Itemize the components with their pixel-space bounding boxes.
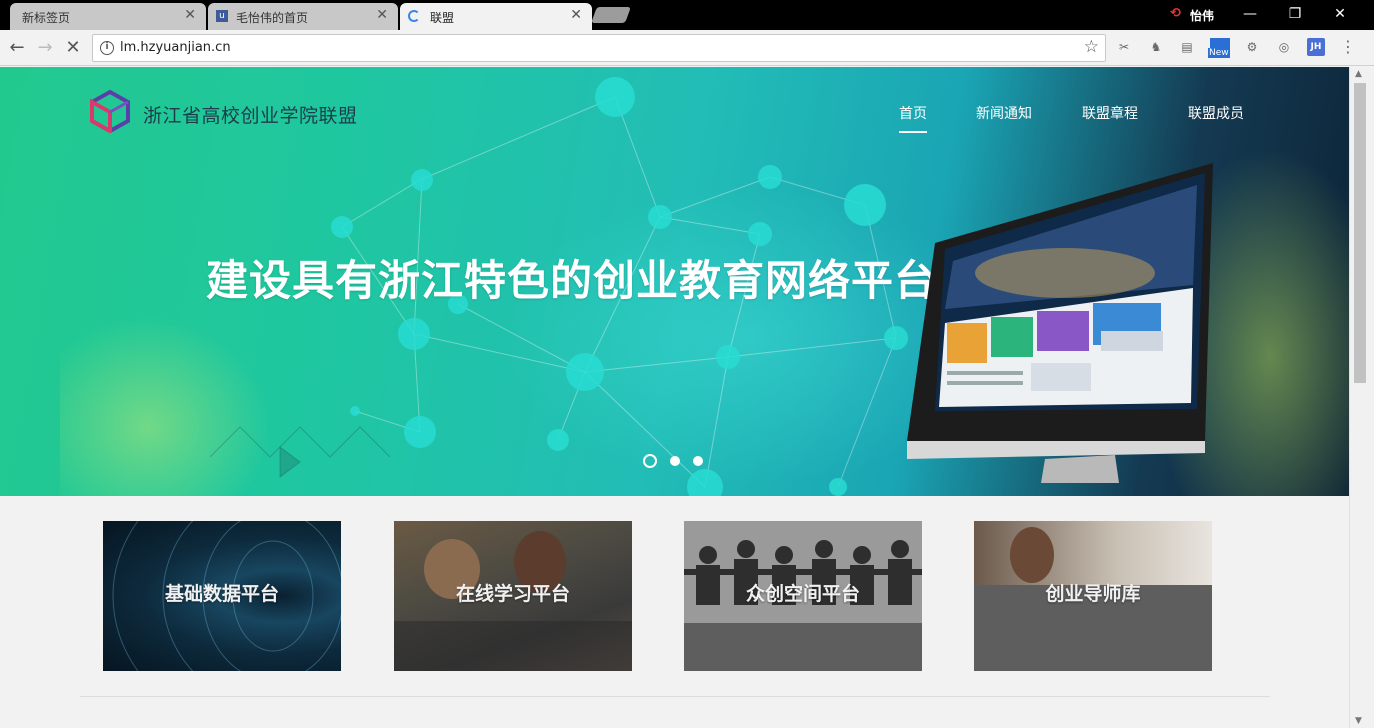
nav-charter[interactable]: 联盟章程 bbox=[1082, 103, 1138, 123]
platform-card-label: 基础数据平台 bbox=[164, 583, 279, 605]
new-badge-icon[interactable]: New bbox=[1208, 38, 1234, 58]
info-icon[interactable]: i bbox=[100, 41, 114, 55]
photo-desk bbox=[394, 621, 632, 671]
platform-card-makerspace[interactable]: 众创空间平台 bbox=[684, 521, 922, 671]
loading-spinner-icon bbox=[408, 10, 420, 22]
url-text[interactable]: lm.hzyuanjian.cn bbox=[120, 40, 231, 55]
restore-button[interactable]: ❐ bbox=[1275, 4, 1315, 24]
platform-card-label: 创业导师库 bbox=[1045, 583, 1141, 605]
clipper-icon[interactable]: ✂ bbox=[1115, 38, 1133, 56]
profile-name[interactable]: 怡伟 bbox=[1190, 7, 1214, 24]
photo-person-icon bbox=[1010, 527, 1054, 583]
browser-title-bar: 新标签页 ✕ u 毛怡伟的首页 ✕ 联盟 ✕ ⟲ 怡伟 — ❐ ✕ bbox=[0, 0, 1374, 30]
tab-title: 毛怡伟的首页 bbox=[236, 11, 309, 25]
user-profile-icon[interactable]: ⟲ bbox=[1170, 6, 1181, 21]
tab-alliance[interactable]: 联盟 ✕ bbox=[400, 3, 592, 30]
nav-home[interactable]: 首页 bbox=[899, 103, 927, 133]
tab-close-icon[interactable]: ✕ bbox=[184, 7, 196, 23]
minimize-button[interactable]: — bbox=[1230, 4, 1270, 24]
tab-title: 联盟 bbox=[430, 11, 455, 25]
tab-close-icon[interactable]: ✕ bbox=[376, 7, 388, 23]
tab-title: 新标签页 bbox=[22, 11, 71, 25]
browser-toolbar: ← → ✕ i lm.hzyuanjian.cn ☆ ✂ ♞ ▤ New ⚙ ◎… bbox=[0, 30, 1374, 66]
nav-news[interactable]: 新闻通知 bbox=[976, 103, 1032, 123]
page-scrollbar[interactable]: ▲ ▼ bbox=[1349, 67, 1374, 728]
new-badge-label: New bbox=[1208, 48, 1230, 58]
platform-card-mentors[interactable]: 创业导师库 bbox=[974, 521, 1212, 671]
scroll-down-icon[interactable]: ▼ bbox=[1355, 716, 1362, 726]
carousel-dot-2[interactable] bbox=[670, 456, 680, 466]
nav-members[interactable]: 联盟成员 bbox=[1188, 103, 1244, 123]
forward-icon[interactable]: → bbox=[34, 37, 56, 59]
hero-banner: 浙江省高校创业学院联盟 首页 新闻通知 联盟章程 联盟成员 建设具有浙江特色的创… bbox=[0, 67, 1349, 496]
carousel-dot-3[interactable] bbox=[693, 456, 703, 466]
platform-card-learning[interactable]: 在线学习平台 bbox=[394, 521, 632, 671]
section-divider bbox=[80, 696, 1270, 697]
menu-icon[interactable]: ⋮ bbox=[1339, 38, 1357, 56]
carousel-dot-1[interactable] bbox=[643, 454, 657, 468]
jh-icon[interactable]: JH bbox=[1307, 38, 1325, 56]
address-bar[interactable]: i lm.hzyuanjian.cn ☆ bbox=[92, 34, 1106, 62]
new-tab-button[interactable] bbox=[591, 7, 631, 23]
scrollbar-thumb[interactable] bbox=[1354, 83, 1366, 383]
scroll-up-icon[interactable]: ▲ bbox=[1355, 69, 1362, 79]
puzzle-icon[interactable]: ⚙ bbox=[1243, 38, 1261, 56]
hero-slogan: 建设具有浙江特色的创业教育网络平台 bbox=[206, 256, 938, 305]
page-viewport: 浙江省高校创业学院联盟 首页 新闻通知 联盟章程 联盟成员 建设具有浙江特色的创… bbox=[0, 67, 1349, 728]
evernote-icon[interactable]: ♞ bbox=[1147, 38, 1165, 56]
stop-icon[interactable]: ✕ bbox=[62, 37, 84, 59]
people-silhouettes-image bbox=[684, 521, 922, 623]
bookmark-star-icon[interactable]: ☆ bbox=[1084, 37, 1099, 57]
platform-card-label: 众创空间平台 bbox=[745, 583, 860, 605]
platform-card-label: 在线学习平台 bbox=[455, 583, 570, 605]
monitor-illustration bbox=[907, 163, 1213, 483]
reader-icon[interactable]: ▤ bbox=[1178, 38, 1196, 56]
tab-new-tab[interactable]: 新标签页 ✕ bbox=[10, 3, 206, 30]
site-logo-icon[interactable] bbox=[88, 89, 132, 133]
platform-card-data[interactable]: 基础数据平台 bbox=[103, 521, 341, 671]
tab-homepage[interactable]: u 毛怡伟的首页 ✕ bbox=[208, 3, 398, 30]
favicon-icon: u bbox=[216, 10, 228, 22]
settings-icon[interactable]: ◎ bbox=[1275, 38, 1293, 56]
site-name[interactable]: 浙江省高校创业学院联盟 bbox=[143, 101, 358, 128]
tab-close-icon[interactable]: ✕ bbox=[570, 7, 582, 23]
close-window-button[interactable]: ✕ bbox=[1320, 4, 1360, 24]
back-icon[interactable]: ← bbox=[6, 37, 28, 59]
